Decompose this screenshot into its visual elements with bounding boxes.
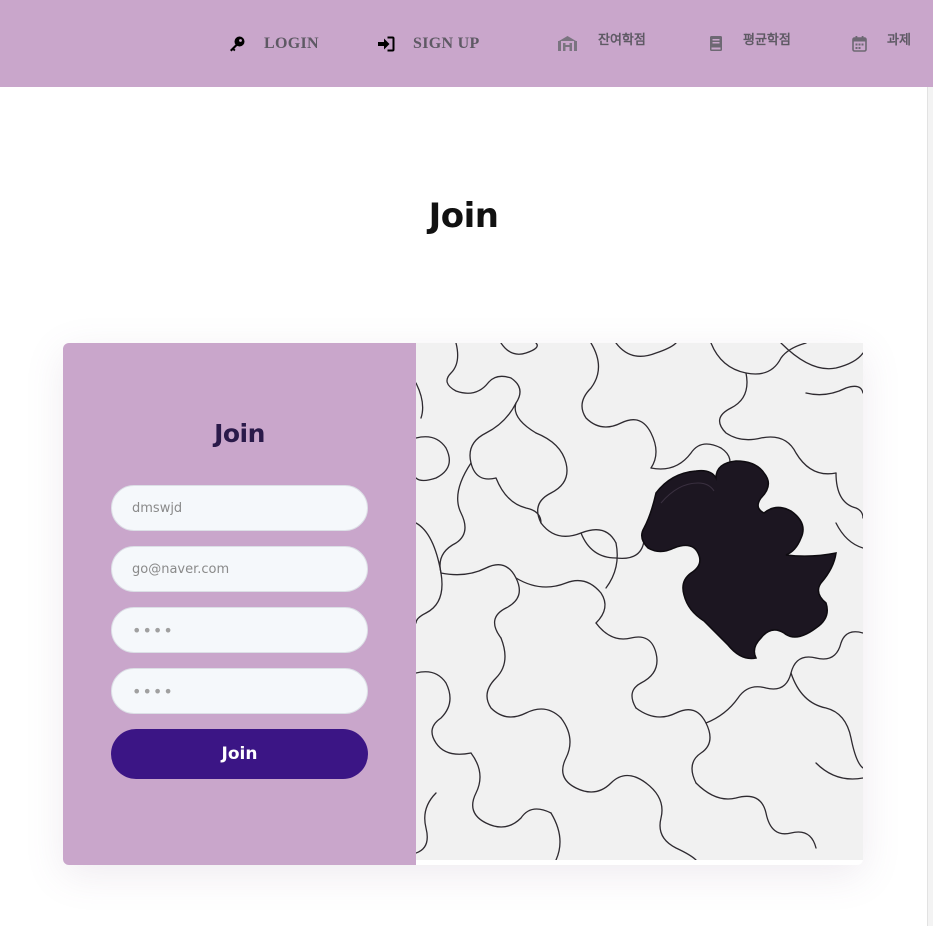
- page-title: Join: [428, 196, 499, 236]
- top-navbar: LOGIN SIGN UP 잔여학점 평균학점 과제: [0, 0, 933, 87]
- nav-signup[interactable]: SIGN UP: [377, 0, 480, 87]
- nav-assignments[interactable]: 과제: [852, 0, 911, 87]
- form-title: Join: [214, 419, 265, 448]
- password-confirm-field[interactable]: [111, 668, 368, 714]
- sign-in-icon: [377, 36, 395, 52]
- join-card: Join Join: [63, 343, 863, 865]
- nav-assignments-label: 과제: [887, 33, 911, 48]
- join-button[interactable]: Join: [111, 729, 368, 779]
- nav-remaining-credits-label: 잔여학점: [598, 33, 646, 48]
- nav-average-grade[interactable]: 평균학점: [709, 0, 791, 87]
- username-field[interactable]: [111, 485, 368, 531]
- nav-signup-label: SIGN UP: [413, 34, 480, 52]
- scrollbar[interactable]: [927, 87, 933, 926]
- nav-login[interactable]: LOGIN: [228, 0, 319, 87]
- email-field[interactable]: [111, 546, 368, 592]
- calendar-icon: [852, 35, 867, 52]
- book-icon: [709, 35, 723, 52]
- nav-remaining-credits[interactable]: 잔여학점: [557, 0, 646, 87]
- password-field[interactable]: [111, 607, 368, 653]
- join-form-panel: Join Join: [63, 343, 416, 865]
- university-icon: [557, 35, 578, 52]
- key-icon: [228, 35, 246, 53]
- nav-login-label: LOGIN: [264, 34, 319, 52]
- nav-average-grade-label: 평균학점: [743, 33, 791, 48]
- puzzle-illustration: [416, 343, 863, 860]
- puzzle-image: [416, 343, 863, 860]
